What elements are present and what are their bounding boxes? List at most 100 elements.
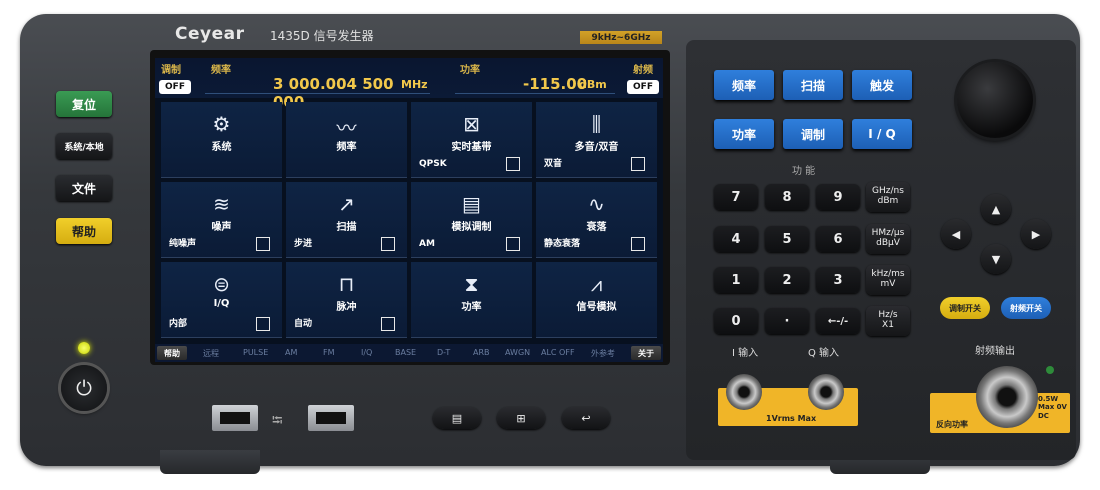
unit-line2: X1 bbox=[882, 320, 894, 330]
function-tile[interactable]: ▤ 模拟调制 AM bbox=[411, 182, 532, 258]
tile-title: 扫描 bbox=[336, 222, 357, 233]
key-7[interactable]: 7 bbox=[714, 184, 758, 210]
gear-icon: ⚙ bbox=[212, 112, 231, 136]
arrow-up-icon[interactable]: ▲ bbox=[981, 194, 1011, 224]
key-backspace-sign[interactable]: ←-/- bbox=[816, 308, 860, 334]
key-1[interactable]: 1 bbox=[714, 267, 758, 293]
key-2[interactable]: 2 bbox=[765, 267, 809, 293]
indicator-iq: I/Q bbox=[361, 348, 373, 357]
tile-checkbox[interactable] bbox=[381, 317, 395, 331]
key-4[interactable]: 4 bbox=[714, 226, 758, 252]
function-tile[interactable]: 〰频率 bbox=[286, 102, 407, 178]
rf-led bbox=[1046, 366, 1054, 374]
tile-checkbox[interactable] bbox=[256, 317, 270, 331]
rf-on-off-button[interactable]: 射频开关 bbox=[1001, 297, 1051, 319]
grid-icon: ⊞ bbox=[516, 411, 526, 425]
screen-bottom-bar: 帮助 远程 PULSE AM FM I/Q BASE D-T ARB AWGN … bbox=[155, 344, 663, 362]
power-led bbox=[78, 342, 90, 354]
home-soft-button[interactable]: ⊞ bbox=[497, 407, 545, 429]
power-field[interactable]: -115.00 dBm bbox=[455, 72, 615, 94]
function-tile[interactable]: ⫼ 多音/双音 双音 bbox=[536, 102, 657, 178]
help-button[interactable]: 帮助 bbox=[56, 218, 112, 244]
iq-function-button[interactable]: I / Q bbox=[852, 119, 912, 149]
usb-port-1 bbox=[212, 405, 258, 431]
function-tile[interactable]: ⚙ 系统 bbox=[161, 102, 282, 178]
analog-mod-icon: ▤ bbox=[462, 192, 481, 216]
freq-field[interactable]: 3 000.004 500 000 MHz bbox=[205, 72, 430, 111]
mod-on-off-button[interactable]: 调制开关 bbox=[940, 297, 990, 319]
function-tile[interactable]: ∿ 衰落 静态衰落 bbox=[536, 182, 657, 258]
rf-output-connector[interactable] bbox=[976, 366, 1038, 428]
function-tile[interactable]: ↗ 扫描 步进 bbox=[286, 182, 407, 258]
preset-button[interactable]: 复位 bbox=[56, 91, 112, 117]
key-6[interactable]: 6 bbox=[816, 226, 860, 252]
back-soft-button[interactable]: ↩ bbox=[562, 407, 610, 429]
tile-checkbox[interactable] bbox=[381, 237, 395, 251]
file-button[interactable]: 文件 bbox=[56, 175, 112, 201]
indicator-alc-off: ALC OFF bbox=[541, 348, 575, 357]
arrow-left-icon[interactable]: ◀ bbox=[941, 219, 971, 249]
indicator-pulse: PULSE bbox=[243, 348, 269, 357]
power-unit: dBm bbox=[579, 78, 607, 91]
tile-checkbox[interactable] bbox=[631, 237, 645, 251]
tile-title: I/Q bbox=[213, 298, 230, 309]
sweep-icon: ↗ bbox=[338, 192, 355, 216]
rotary-knob[interactable] bbox=[957, 62, 1033, 138]
unit-key-ghz[interactable]: GHz/ns dBm bbox=[866, 182, 910, 212]
key-dot[interactable]: · bbox=[765, 308, 809, 334]
menu-soft-button[interactable]: ▤ bbox=[433, 407, 481, 429]
indicator-dt: D-T bbox=[437, 348, 451, 357]
unit-line2: dBµV bbox=[876, 238, 900, 248]
brand-logo: Ceyear bbox=[175, 24, 245, 44]
indicator-arb: ARB bbox=[473, 348, 490, 357]
system-local-button[interactable]: 系统/本地 bbox=[56, 133, 112, 159]
i-input-connector[interactable] bbox=[726, 374, 762, 410]
function-tile[interactable]: ⊜ I/Q 内部 bbox=[161, 262, 282, 338]
mod-function-button[interactable]: 调制 bbox=[783, 119, 843, 149]
remote-indicator: 远程 bbox=[203, 349, 219, 358]
left-foot bbox=[160, 450, 260, 474]
tile-subtitle: AM bbox=[419, 239, 435, 249]
tile-checkbox[interactable] bbox=[256, 237, 270, 251]
q-input-connector[interactable] bbox=[808, 374, 844, 410]
unit-key-mhz[interactable]: HMz/µs dBµV bbox=[866, 224, 910, 254]
noise-icon: ≋ bbox=[213, 192, 230, 216]
rf-warning-label: 反向功率 bbox=[936, 420, 968, 429]
function-tile[interactable]: ⧗ 功率 bbox=[411, 262, 532, 338]
tile-checkbox[interactable] bbox=[631, 157, 645, 171]
function-tile[interactable]: ⊓ 脉冲 自动 bbox=[286, 262, 407, 338]
key-5[interactable]: 5 bbox=[765, 226, 809, 252]
mod-state-badge[interactable]: OFF bbox=[159, 80, 191, 94]
power-function-button[interactable]: 功率 bbox=[714, 119, 774, 149]
status-bar: 调制 OFF 频率 3 000.004 500 000 MHz 功率 -115.… bbox=[155, 58, 663, 111]
function-tile[interactable]: ≋ 噪声 纯噪声 bbox=[161, 182, 282, 258]
indicator-fm: FM bbox=[323, 348, 335, 357]
freq-function-button[interactable]: 频率 bbox=[714, 70, 774, 100]
tile-title: 信号模拟 bbox=[576, 302, 617, 313]
key-0[interactable]: 0 bbox=[714, 308, 758, 334]
trigger-function-button[interactable]: 触发 bbox=[852, 70, 912, 100]
function-section-label: 功 能 bbox=[792, 166, 816, 177]
arrow-right-icon[interactable]: ▶ bbox=[1021, 219, 1051, 249]
screen-help-button[interactable]: 帮助 bbox=[157, 346, 187, 360]
about-button[interactable]: 关于 bbox=[631, 346, 661, 360]
tile-subtitle: 纯噪声 bbox=[169, 239, 197, 249]
arrow-down-icon[interactable]: ▼ bbox=[981, 244, 1011, 274]
tile-checkbox[interactable] bbox=[506, 157, 520, 171]
rf-warning-spec: 0.5W Max 0V DC bbox=[1038, 395, 1067, 420]
sweep-function-button[interactable]: 扫描 bbox=[783, 70, 843, 100]
key-3[interactable]: 3 bbox=[816, 267, 860, 293]
key-8[interactable]: 8 bbox=[765, 184, 809, 210]
unit-key-khz[interactable]: kHz/ms mV bbox=[866, 265, 910, 295]
tile-subtitle: QPSK bbox=[419, 159, 447, 169]
return-icon: ↩ bbox=[581, 411, 591, 425]
unit-key-hz[interactable]: Hz/s X1 bbox=[866, 306, 910, 336]
usb-icon: ⭾ bbox=[272, 413, 283, 429]
rf-state-badge[interactable]: OFF bbox=[627, 80, 659, 94]
tile-checkbox[interactable] bbox=[506, 237, 520, 251]
rf-label: 射频 bbox=[633, 65, 653, 76]
function-tile[interactable]: ⊠ 实时基带 QPSK bbox=[411, 102, 532, 178]
key-9[interactable]: 9 bbox=[816, 184, 860, 210]
power-button[interactable]: ⏻ bbox=[61, 365, 107, 411]
function-tile[interactable]: ⩘ 信号模拟 bbox=[536, 262, 657, 338]
